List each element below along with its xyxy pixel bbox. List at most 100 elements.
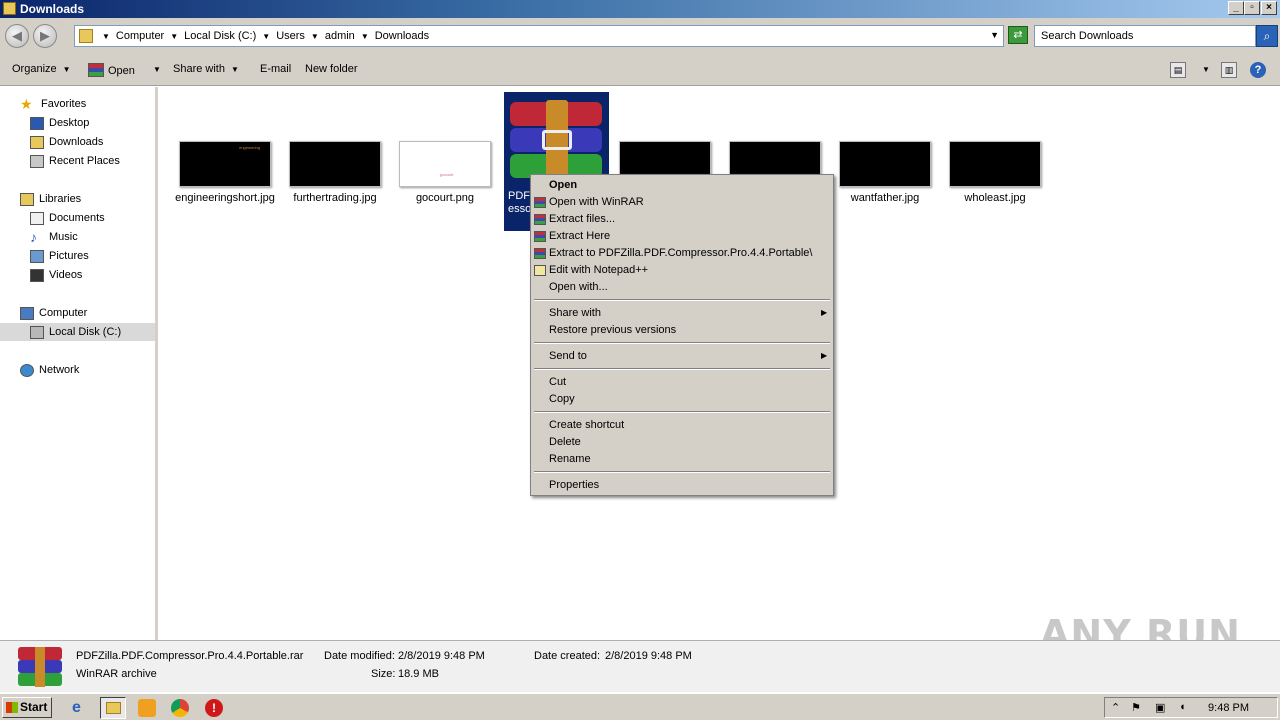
- flag-icon[interactable]: ⚑: [1131, 701, 1141, 714]
- crumb-downloads[interactable]: Downloads: [372, 30, 432, 43]
- chevron-down-icon: ▼: [62, 65, 71, 74]
- close-button[interactable]: ×: [1261, 1, 1277, 15]
- chevron-down-icon[interactable]: ▼: [990, 30, 999, 40]
- menu-open[interactable]: Open: [549, 179, 577, 191]
- menu-extract-files[interactable]: Extract files...: [534, 213, 615, 225]
- file-item[interactable]: wantfather.jpg: [835, 141, 935, 205]
- command-bar: Organize ▼ Open ▼ Share with ▼ E-mail New …: [0, 54, 1280, 86]
- file-item[interactable]: furthertrading.jpg: [285, 141, 385, 205]
- menu-share-with[interactable]: Share with: [549, 307, 601, 319]
- nav-pictures[interactable]: Pictures: [30, 247, 89, 265]
- search-icon[interactable]: ⌕: [1256, 25, 1278, 47]
- crumb-local-disk[interactable]: Local Disk (C:): [181, 30, 259, 43]
- details-size-value: 18.9 MB: [398, 668, 439, 680]
- details-filename: PDFZilla.PDF.Compressor.Pro.4.4.Portable…: [76, 650, 304, 662]
- minimize-button[interactable]: _: [1228, 1, 1244, 15]
- address-bar[interactable]: ▼ Computer ▼ Local Disk (C:) ▼ Users ▼ a…: [74, 25, 1004, 47]
- menu-restore-versions[interactable]: Restore previous versions: [549, 324, 676, 336]
- image-thumbnail: [949, 141, 1041, 187]
- desktop-icon: [30, 116, 44, 130]
- menu-extract-here[interactable]: Extract Here: [534, 230, 610, 242]
- file-item[interactable]: engineering engineeringshort.jpg: [175, 141, 275, 205]
- search-input[interactable]: Search Downloads: [1034, 25, 1256, 47]
- email-button[interactable]: E-mail: [260, 63, 291, 75]
- nav-favorites[interactable]: ★ Favorites: [20, 95, 86, 113]
- chevron-down-icon: ▼: [1202, 65, 1210, 74]
- crumb-users[interactable]: Users: [273, 30, 308, 43]
- chrome-icon[interactable]: [171, 699, 189, 717]
- menu-extract-to[interactable]: Extract to PDFZilla.PDF.Compressor.Pro.4…: [534, 247, 812, 259]
- file-name: engineeringshort.jpg: [175, 192, 275, 204]
- refresh-button[interactable]: ⇄: [1008, 26, 1028, 44]
- details-pane: PDFZilla.PDF.Compressor.Pro.4.4.Portable…: [0, 640, 1280, 692]
- nav-network[interactable]: Network: [20, 361, 79, 379]
- star-icon: ★: [20, 95, 33, 112]
- nav-libraries[interactable]: Libraries: [20, 190, 81, 208]
- menu-rename[interactable]: Rename: [549, 453, 591, 465]
- chevron-right-icon[interactable]: ▼: [99, 30, 113, 43]
- nav-videos[interactable]: Videos: [30, 266, 82, 284]
- nav-computer[interactable]: Computer: [20, 304, 87, 322]
- nav-recent-places[interactable]: Recent Places: [30, 152, 120, 170]
- stop-icon[interactable]: !: [205, 699, 223, 717]
- nav-music[interactable]: ♪ Music: [30, 228, 78, 246]
- nav-label: Documents: [49, 212, 105, 224]
- menu-separator: [534, 411, 830, 413]
- file-item[interactable]: gocourt gocourt.png: [395, 141, 495, 205]
- view-dropdown-button[interactable]: ▼: [1196, 63, 1210, 75]
- image-thumbnail: [289, 141, 381, 187]
- details-created-value: 2/8/2019 9:48 PM: [605, 650, 692, 662]
- menu-properties[interactable]: Properties: [549, 479, 599, 491]
- explorer-taskbar-button[interactable]: [100, 697, 126, 719]
- clock[interactable]: 9:48 PM: [1208, 702, 1249, 714]
- maximize-button[interactable]: ▫: [1244, 1, 1260, 15]
- chevron-down-icon: ▼: [230, 65, 239, 74]
- chevron-right-icon[interactable]: ▼: [308, 30, 322, 43]
- start-button[interactable]: Start: [2, 697, 52, 718]
- nav-label: Music: [49, 231, 78, 243]
- network-tray-icon[interactable]: ▣: [1155, 701, 1165, 714]
- volume-icon[interactable]: ◖: [1179, 701, 1186, 713]
- chevron-right-icon[interactable]: ▼: [167, 30, 181, 43]
- menu-delete[interactable]: Delete: [549, 436, 581, 448]
- menu-copy[interactable]: Copy: [549, 393, 575, 405]
- crumb-admin[interactable]: admin: [322, 30, 358, 43]
- chevron-right-icon[interactable]: ▼: [358, 30, 372, 43]
- menu-edit-notepad[interactable]: Edit with Notepad++: [534, 264, 648, 276]
- nav-label: Videos: [49, 269, 83, 281]
- chevron-right-icon[interactable]: ▼: [259, 30, 273, 43]
- back-button[interactable]: ◀: [5, 24, 29, 48]
- change-view-icon[interactable]: ▤: [1170, 62, 1186, 78]
- nav-local-disk[interactable]: Local Disk (C:): [0, 323, 155, 341]
- menu-cut[interactable]: Cut: [549, 376, 566, 388]
- share-with-button[interactable]: Share with ▼: [173, 63, 239, 75]
- libraries-icon: [20, 192, 34, 206]
- menu-create-shortcut[interactable]: Create shortcut: [549, 419, 624, 431]
- forward-button[interactable]: ▶: [33, 24, 57, 48]
- file-item[interactable]: wholeast.jpg: [945, 141, 1045, 205]
- menu-open-with-winrar[interactable]: Open with WinRAR: [534, 196, 644, 208]
- winrar-icon: [534, 231, 546, 242]
- preview-pane-icon[interactable]: ▥: [1221, 62, 1237, 78]
- nav-downloads[interactable]: Downloads: [30, 133, 103, 151]
- nav-desktop[interactable]: Desktop: [30, 114, 89, 132]
- media-player-icon[interactable]: [138, 699, 156, 717]
- new-folder-button[interactable]: New folder: [305, 63, 358, 75]
- nav-documents[interactable]: Documents: [30, 209, 105, 227]
- internet-explorer-icon[interactable]: e: [72, 699, 90, 717]
- nav-label: Network: [39, 364, 80, 376]
- organize-button[interactable]: Organize ▼: [12, 63, 71, 75]
- downloads-folder-icon: [30, 135, 44, 149]
- thumbnail-text: engineering: [239, 145, 260, 150]
- chevron-up-icon[interactable]: ⌃: [1111, 701, 1120, 714]
- title-bar: Downloads _ ▫ ×: [0, 0, 1280, 18]
- menu-open-with[interactable]: Open with...: [549, 281, 608, 293]
- network-icon: [20, 363, 34, 377]
- open-button[interactable]: Open: [88, 63, 135, 77]
- navigation-pane: ★ Favorites Desktop Downloads Recent Plac…: [0, 87, 158, 640]
- crumb-computer[interactable]: Computer: [113, 30, 167, 43]
- nav-label: Downloads: [49, 136, 104, 148]
- help-icon[interactable]: ?: [1250, 62, 1266, 78]
- menu-send-to[interactable]: Send to: [549, 350, 587, 362]
- open-dropdown-button[interactable]: ▼: [147, 63, 161, 75]
